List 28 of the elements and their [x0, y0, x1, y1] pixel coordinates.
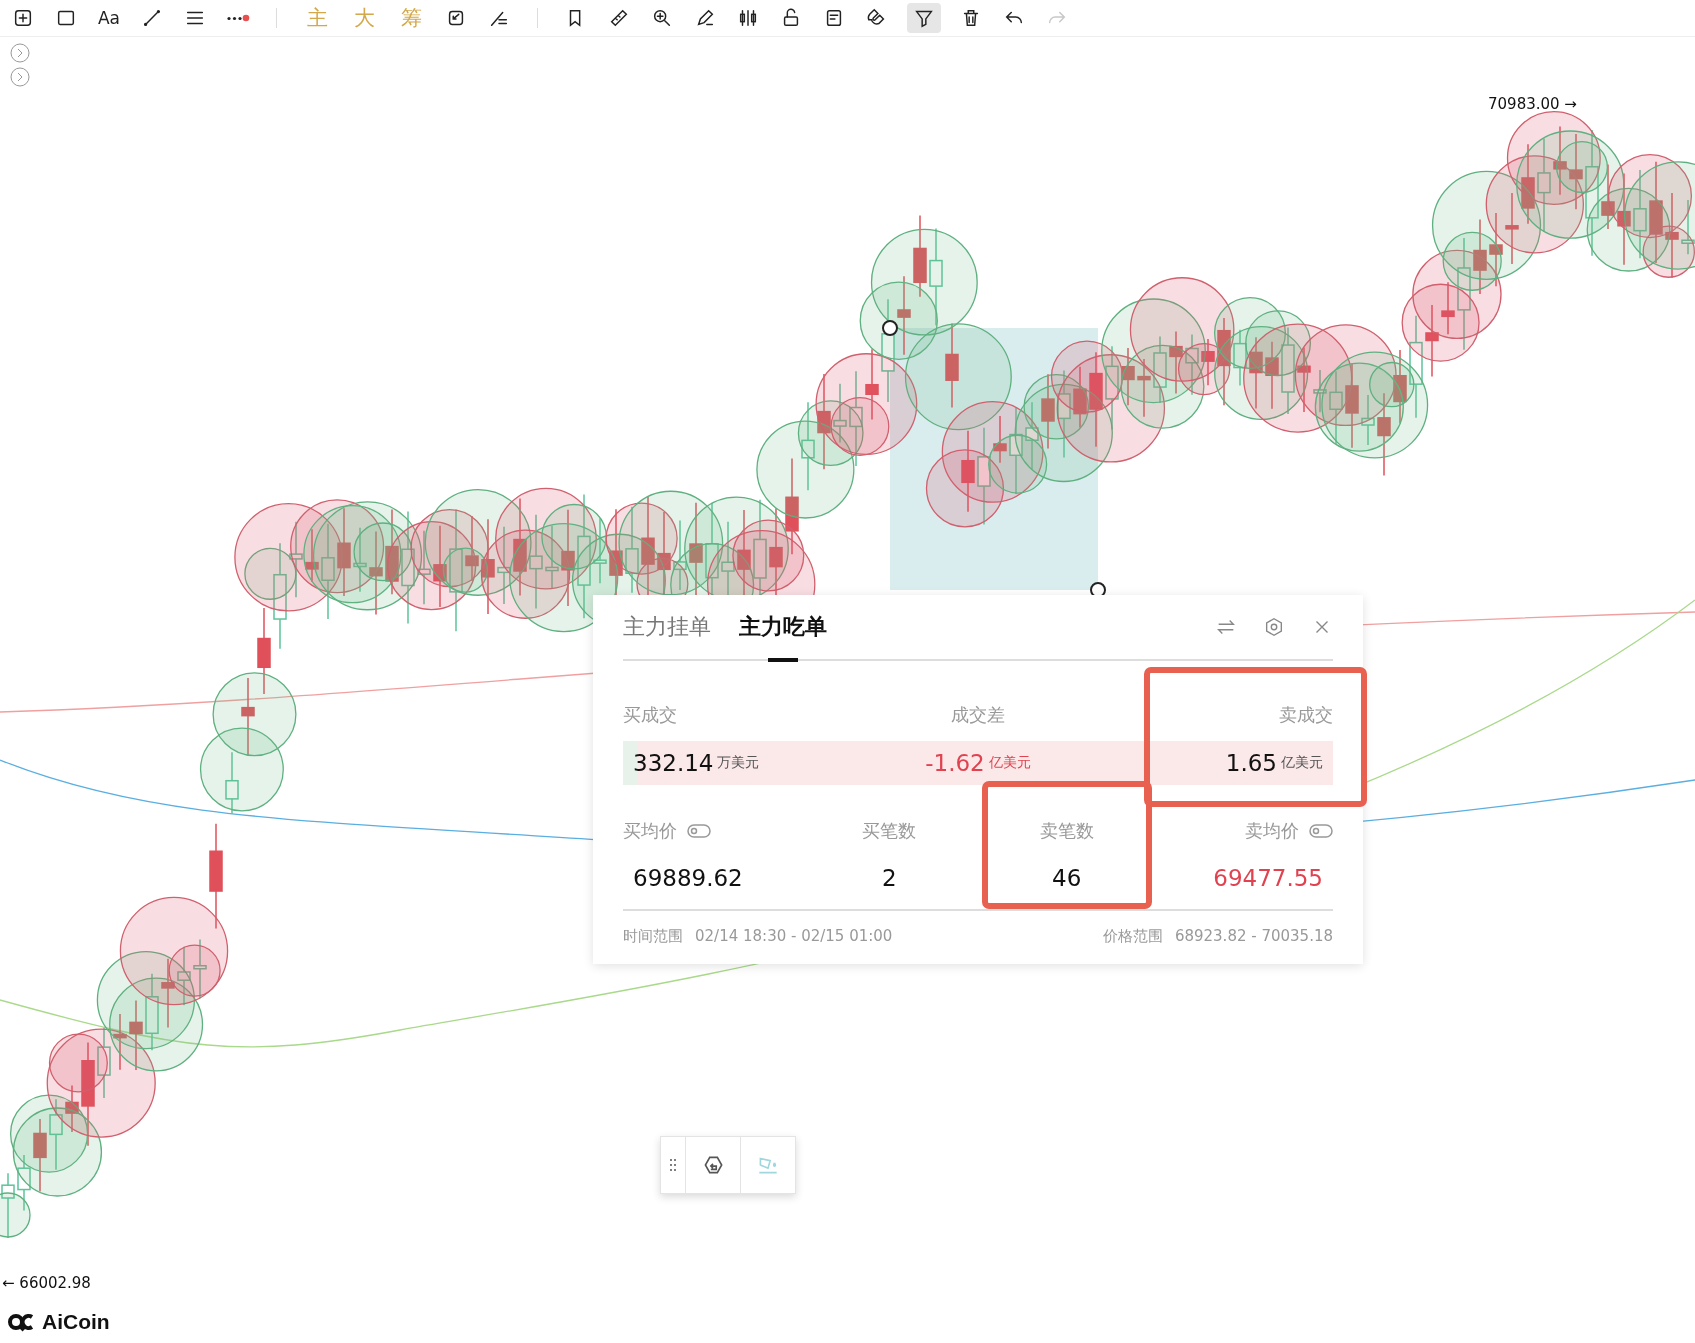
indicator-button[interactable]: 筹	[396, 3, 426, 33]
text-tool-button[interactable]: Aa	[96, 3, 122, 33]
logo-text: AiCoin	[42, 1310, 110, 1334]
panel-tab[interactable]: 主力挂单	[623, 595, 711, 659]
high-price-label: 70983.00 →	[1488, 95, 1577, 113]
stat-label: 买均价	[623, 819, 677, 843]
stat-value: 46	[1052, 865, 1082, 891]
range-label: 时间范围	[623, 927, 683, 946]
range-value: 02/14 18:30 - 02/15 01:00	[695, 927, 893, 946]
stat-label: 卖成交	[1279, 703, 1333, 727]
stat-value: 1.65	[1225, 750, 1277, 776]
range-value: 68923.82 - 70035.18	[1174, 927, 1333, 946]
stat-label: 成交差	[951, 703, 1005, 727]
stat-value: 69477.55	[1213, 865, 1324, 891]
panel-tab[interactable]: 主力吃单	[739, 595, 827, 659]
stat-value: -1.62	[925, 750, 985, 776]
stat-label: 卖笔数	[1039, 819, 1094, 843]
stat-label: 卖均价	[1245, 819, 1299, 843]
stat-label: 买笔数	[862, 819, 917, 843]
unit-label: 亿美元	[1281, 754, 1323, 772]
stat-value: 332.14	[633, 750, 714, 776]
unit-label: 亿美元	[988, 754, 1031, 772]
unit-label: 万美元	[717, 754, 760, 772]
low-price-label: ← 66002.98	[2, 1274, 91, 1292]
stat-label: 买成交	[623, 703, 678, 727]
range-label: 价格范围	[1102, 927, 1163, 946]
stat-value: 2	[881, 865, 897, 891]
stat-value: 69889.62	[632, 865, 743, 891]
